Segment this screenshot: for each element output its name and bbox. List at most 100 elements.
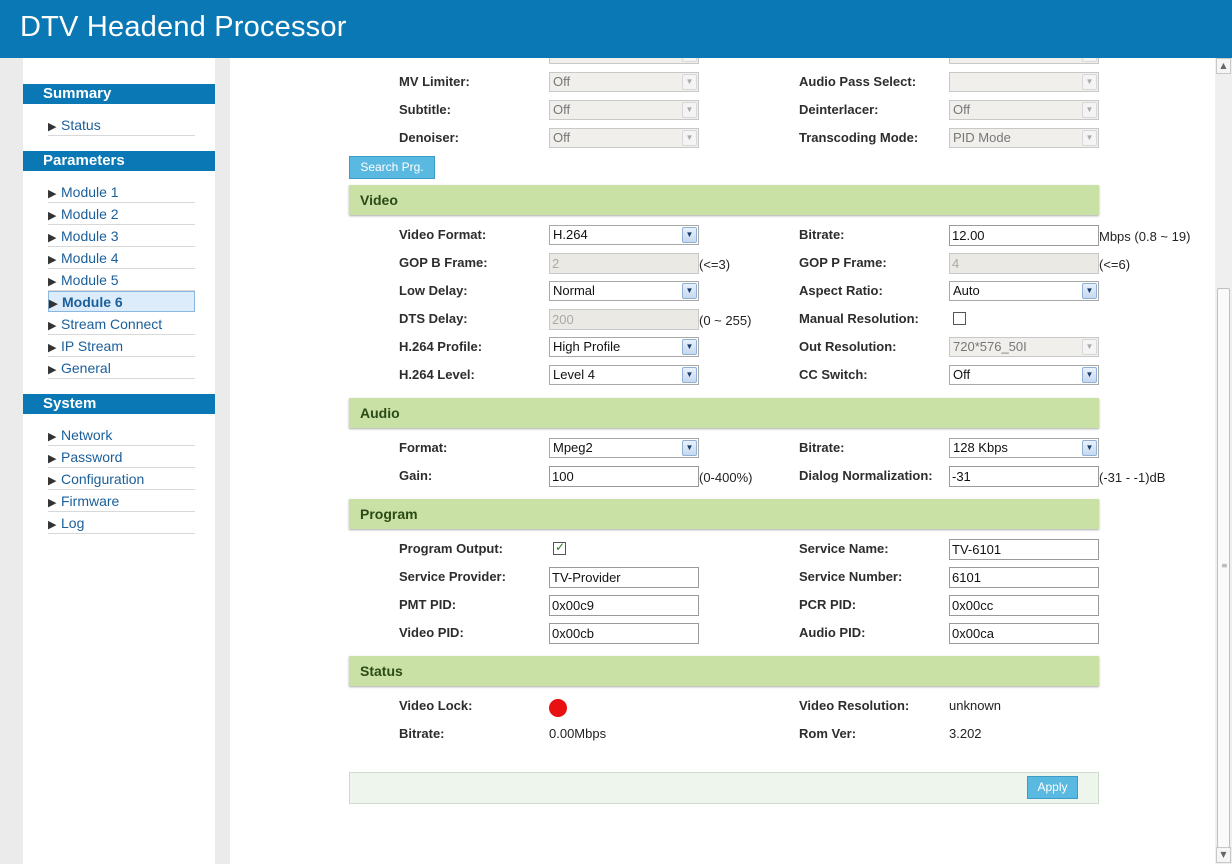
deinterlacer-select[interactable]: Off ▼ bbox=[949, 100, 1099, 120]
low-delay-select[interactable]: Normal ▼ bbox=[549, 281, 699, 301]
cc-switch-select[interactable]: Off ▼ bbox=[949, 365, 1099, 385]
gop-p-frame-label: GOP P Frame: bbox=[799, 255, 887, 270]
audio-bitrate-label: Bitrate: bbox=[799, 440, 845, 455]
gop-b-frame-input[interactable]: 2 bbox=[549, 253, 699, 274]
dts-delay-range: (0 ~ 255) bbox=[699, 313, 752, 328]
pmt-pid-label: PMT PID: bbox=[399, 597, 457, 612]
chevron-down-icon: ▼ bbox=[1082, 58, 1097, 62]
gain-range: (0-400%) bbox=[699, 470, 753, 485]
chevron-down-icon: ▼ bbox=[682, 367, 697, 383]
sidebar-item-password[interactable]: ▶ Password bbox=[48, 447, 195, 468]
dialog-normalization-input[interactable]: -31 bbox=[949, 466, 1099, 487]
audio-format-select[interactable]: Mpeg2 ▼ bbox=[549, 438, 699, 458]
audio-pass-select[interactable]: ▼ bbox=[949, 72, 1099, 92]
sidebar-gutter bbox=[215, 58, 230, 864]
sidebar-section-system: System bbox=[23, 394, 215, 414]
dialog-normalization-range: (-31 - -1)dB bbox=[1099, 470, 1166, 485]
service-name-input[interactable]: TV-6101 bbox=[949, 539, 1099, 560]
triangle-right-icon: ▶ bbox=[48, 320, 57, 332]
gain-input[interactable]: 100 bbox=[549, 466, 699, 487]
gain-label: Gain: bbox=[399, 468, 433, 483]
sidebar-item-module-2[interactable]: ▶ Module 2 bbox=[48, 204, 195, 225]
service-name-label: Service Name: bbox=[799, 541, 889, 556]
out-resolution-select[interactable]: 720*576_50I ▼ bbox=[949, 337, 1099, 357]
program-output-checkbox[interactable]: ✓ bbox=[553, 540, 566, 555]
cc-switch-label: CC Switch: bbox=[799, 367, 868, 382]
hidden-select-right[interactable]: ▼ bbox=[949, 58, 1099, 64]
action-bar bbox=[349, 772, 1099, 804]
sidebar-item-module-1[interactable]: ▶ Module 1 bbox=[48, 182, 195, 203]
video-section-header: Video bbox=[349, 185, 1099, 215]
triangle-right-icon: ▶ bbox=[48, 453, 57, 465]
audio-section-header: Audio bbox=[349, 398, 1099, 428]
service-number-label: Service Number: bbox=[799, 569, 903, 584]
mv-limiter-select[interactable]: Off ▼ bbox=[549, 72, 699, 92]
sidebar-item-stream-connect[interactable]: ▶ Stream Connect bbox=[48, 314, 195, 335]
sidebar-item-configuration[interactable]: ▶ Configuration bbox=[48, 469, 195, 490]
sidebar-item-network[interactable]: ▶ Network bbox=[48, 425, 195, 446]
triangle-right-icon: ▶ bbox=[49, 298, 58, 310]
out-resolution-label: Out Resolution: bbox=[799, 339, 897, 354]
sidebar-item-ip-stream[interactable]: ▶ IP Stream bbox=[48, 336, 195, 357]
search-program-button[interactable]: Search Prg. bbox=[349, 156, 435, 179]
subtitle-label: Subtitle: bbox=[399, 102, 451, 117]
sidebar-item-general[interactable]: ▶ General bbox=[48, 358, 195, 379]
triangle-right-icon: ▶ bbox=[48, 121, 57, 133]
audio-pass-select-label: Audio Pass Select: bbox=[799, 74, 917, 89]
h264-profile-select[interactable]: High Profile ▼ bbox=[549, 337, 699, 357]
deinterlacer-label: Deinterlacer: bbox=[799, 102, 879, 117]
dts-delay-label: DTS Delay: bbox=[399, 311, 468, 326]
triangle-right-icon: ▶ bbox=[48, 232, 57, 244]
aspect-ratio-select[interactable]: Auto ▼ bbox=[949, 281, 1099, 301]
sidebar-item-status[interactable]: ▶ Status bbox=[48, 115, 195, 136]
rom-ver-value: 3.202 bbox=[949, 726, 982, 741]
chevron-down-icon: ▼ bbox=[682, 74, 697, 90]
hidden-select-left[interactable]: ▼ bbox=[549, 58, 699, 64]
audio-bitrate-select[interactable]: 128 Kbps ▼ bbox=[949, 438, 1099, 458]
manual-resolution-label: Manual Resolution: bbox=[799, 311, 919, 326]
service-provider-input[interactable]: TV-Provider bbox=[549, 567, 699, 588]
chevron-down-icon: ▼ bbox=[1082, 339, 1097, 355]
chevron-down-icon: ▼ bbox=[1082, 102, 1097, 118]
dts-delay-input[interactable]: 200 bbox=[549, 309, 699, 330]
vertical-scrollbar[interactable]: ▲ ≡ ▼ bbox=[1215, 58, 1232, 864]
audio-pid-input[interactable]: 0x00ca bbox=[949, 623, 1099, 644]
chevron-down-icon: ▼ bbox=[1082, 130, 1097, 146]
video-bitrate-input[interactable]: 12.00 bbox=[949, 225, 1099, 246]
subtitle-select[interactable]: Off ▼ bbox=[549, 100, 699, 120]
h264-level-select[interactable]: Level 4 ▼ bbox=[549, 365, 699, 385]
gop-p-frame-range: (<=6) bbox=[1099, 257, 1131, 272]
grip-icon: ≡ bbox=[1221, 561, 1228, 570]
video-pid-label: Video PID: bbox=[399, 625, 464, 640]
scroll-down-arrow-icon[interactable]: ▼ bbox=[1216, 847, 1231, 863]
dialog-normalization-label: Dialog Normalization: bbox=[799, 468, 933, 483]
pcr-pid-input[interactable]: 0x00cc bbox=[949, 595, 1099, 616]
pmt-pid-input[interactable]: 0x00c9 bbox=[549, 595, 699, 616]
denoiser-label: Denoiser: bbox=[399, 130, 459, 145]
scrollbar-thumb[interactable]: ≡ bbox=[1217, 288, 1230, 848]
transcoding-mode-select[interactable]: PID Mode ▼ bbox=[949, 128, 1099, 148]
apply-button[interactable]: Apply bbox=[1027, 776, 1078, 799]
checkmark-icon: ✓ bbox=[555, 540, 566, 554]
gop-b-frame-label: GOP B Frame: bbox=[399, 255, 488, 270]
video-bitrate-label: Bitrate: bbox=[799, 227, 845, 242]
video-format-label: Video Format: bbox=[399, 227, 487, 242]
service-provider-label: Service Provider: bbox=[399, 569, 506, 584]
denoiser-select[interactable]: Off ▼ bbox=[549, 128, 699, 148]
sidebar-item-firmware[interactable]: ▶ Firmware bbox=[48, 491, 195, 512]
pcr-pid-label: PCR PID: bbox=[799, 597, 857, 612]
sidebar-item-module-5[interactable]: ▶ Module 5 bbox=[48, 270, 195, 291]
manual-resolution-checkbox[interactable] bbox=[953, 312, 966, 325]
gop-p-frame-input[interactable]: 4 bbox=[949, 253, 1099, 274]
video-pid-input[interactable]: 0x00cb bbox=[549, 623, 699, 644]
service-number-input[interactable]: 6101 bbox=[949, 567, 1099, 588]
sidebar-item-module-6[interactable]: ▶ Module 6 bbox=[48, 291, 195, 312]
sidebar-item-module-3[interactable]: ▶ Module 3 bbox=[48, 226, 195, 247]
sidebar-item-log[interactable]: ▶ Log bbox=[48, 513, 195, 534]
sidebar-item-module-4[interactable]: ▶ Module 4 bbox=[48, 248, 195, 269]
triangle-right-icon: ▶ bbox=[48, 276, 57, 288]
program-section-header: Program bbox=[349, 499, 1099, 529]
scroll-up-arrow-icon[interactable]: ▲ bbox=[1216, 58, 1231, 74]
video-format-select[interactable]: H.264 ▼ bbox=[549, 225, 699, 245]
video-lock-label: Video Lock: bbox=[399, 698, 473, 713]
